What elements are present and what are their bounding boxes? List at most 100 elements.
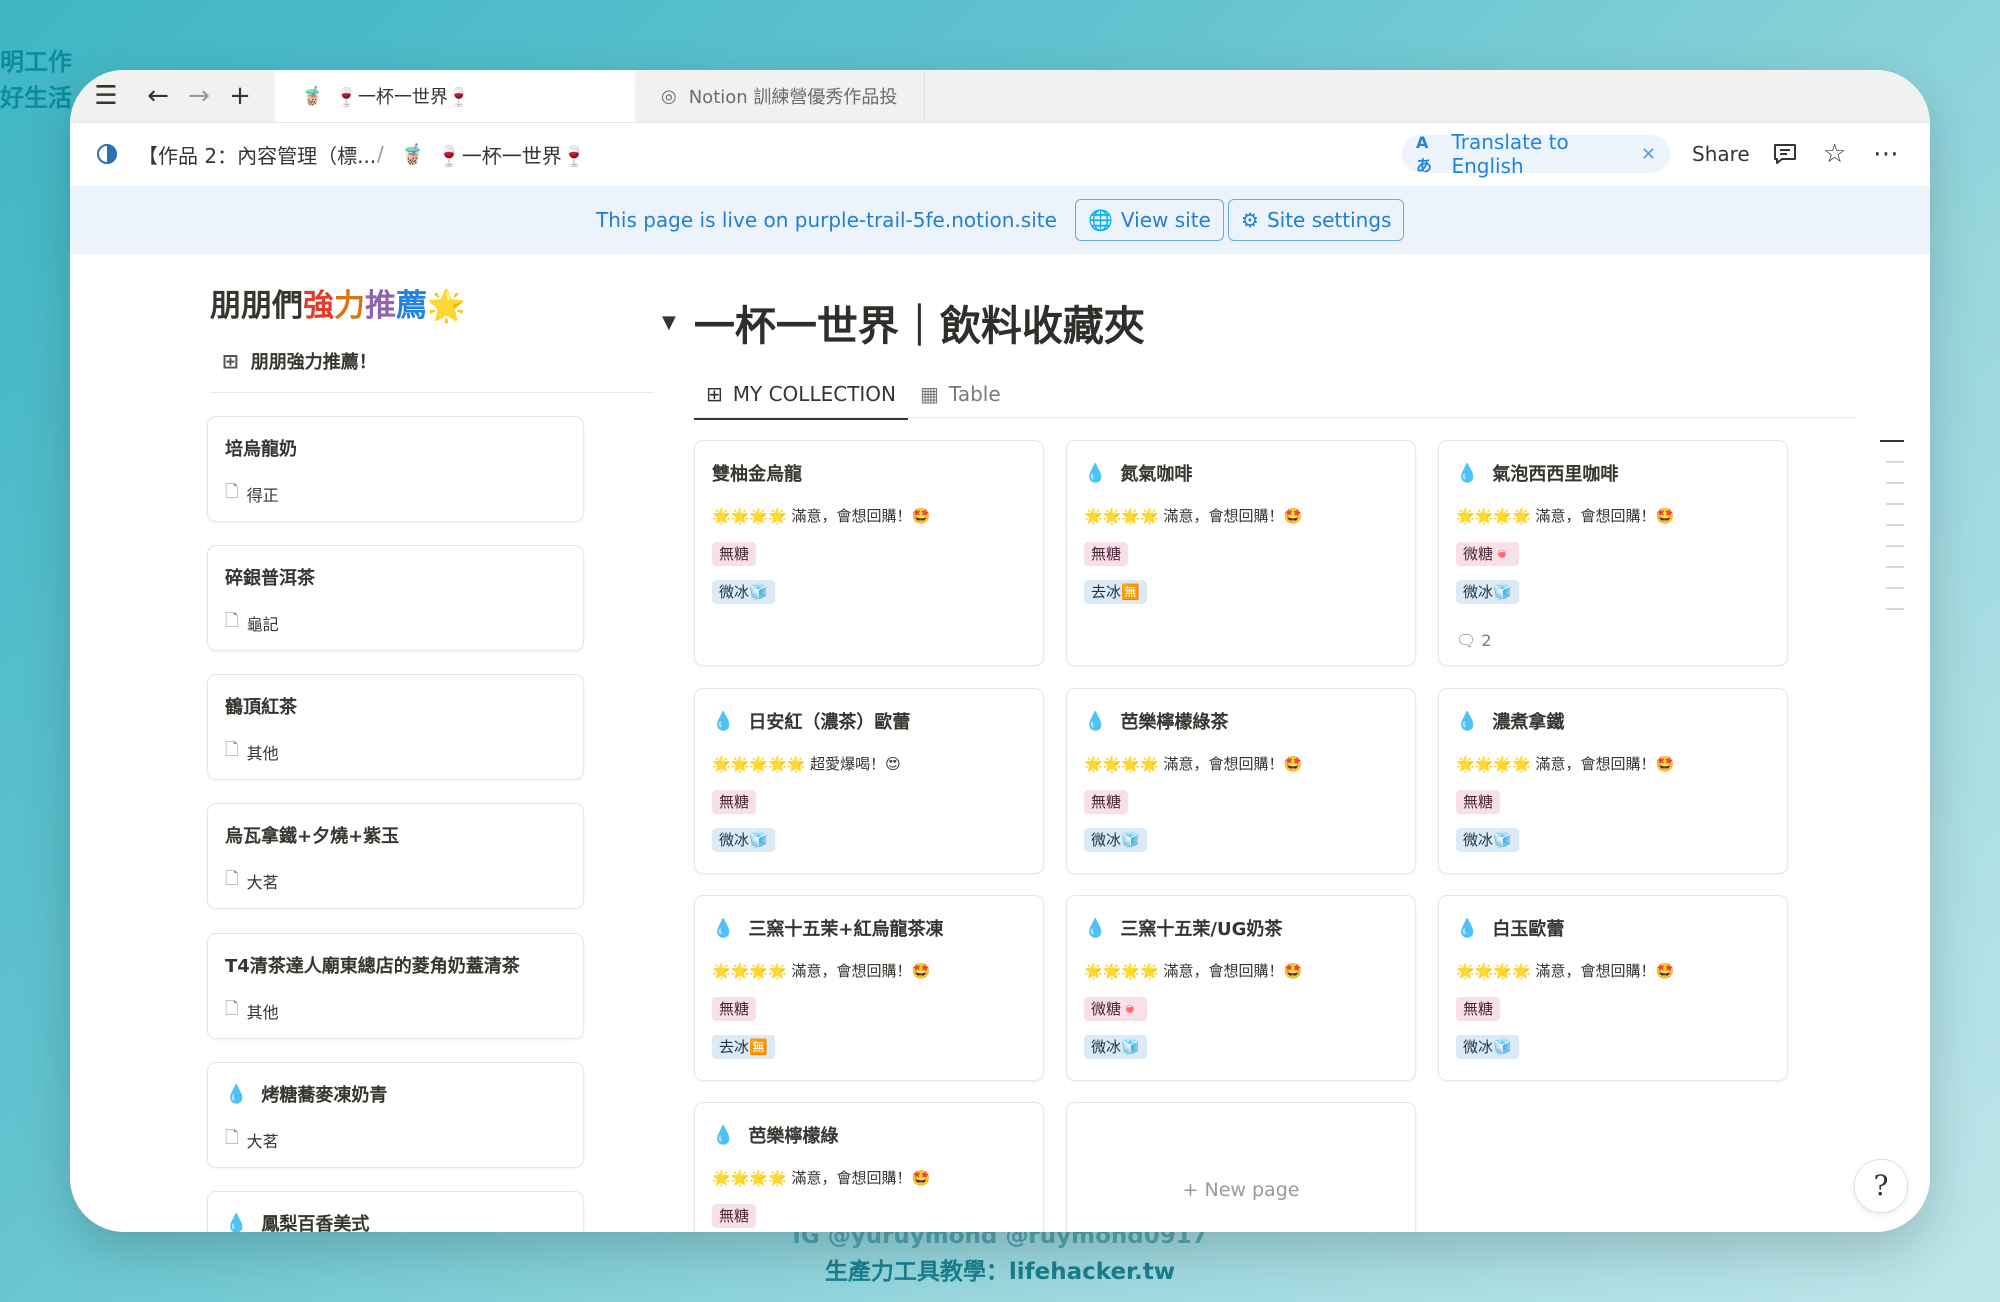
list-item[interactable]: 💧 烤糖蕎麥凍奶青 🗋 大茗 xyxy=(207,1062,584,1168)
ice-tag: 去冰🈚 xyxy=(1084,580,1147,604)
share-button[interactable]: Share xyxy=(1692,122,1750,186)
gallery-card[interactable]: 💧 白玉歐蕾 🌟🌟🌟🌟 滿意，會想回購！🤩 無糖 微冰🧊 xyxy=(1438,895,1788,1081)
tab-inactive[interactable]: ◎ Notion 訓練營優秀作品投 xyxy=(635,70,925,122)
view-site-button[interactable]: 🌐 View site xyxy=(1075,199,1224,241)
table-icon: ▦ xyxy=(920,382,939,406)
gallery-card[interactable]: 💧 氣泡西西里咖啡 🌟🌟🌟🌟 滿意，會想回購！🤩 微糖🍬 微冰🧊 🗨 2 xyxy=(1438,440,1788,666)
item-title: 碎銀普洱茶 xyxy=(225,568,315,589)
card-rating: 🌟🌟🌟🌟 滿意，會想回購！🤩 xyxy=(1084,755,1303,773)
divider xyxy=(694,417,1856,418)
left-column-title: 朋朋們強力推薦🌟 xyxy=(210,280,466,325)
droplet-icon: 💧 xyxy=(1084,710,1107,732)
gallery-card[interactable]: 雙柚金烏龍 🌟🌟🌟🌟 滿意，會想回購！🤩 無糖 微冰🧊 xyxy=(694,440,1044,666)
ice-tag: 微冰🧊 xyxy=(1084,1035,1147,1059)
toc-line[interactable] xyxy=(1886,524,1904,526)
background-side-text: 明工作 好生活 xyxy=(0,44,72,116)
toc-line[interactable] xyxy=(1886,608,1904,610)
toc-line[interactable] xyxy=(1886,545,1904,547)
tab-label: Table xyxy=(948,382,1001,406)
page-title: ▼ 一杯一世界｜飲料收藏夾 xyxy=(662,292,1145,352)
toc-line[interactable] xyxy=(1886,587,1904,589)
card-rating: 🌟🌟🌟🌟 滿意，會想回購！🤩 xyxy=(1456,962,1675,980)
page-icon: 🗋 xyxy=(225,482,239,502)
card-title: 氣泡西西里咖啡 xyxy=(1492,464,1619,485)
banner-text: This page is live on purple-trail-5fe.no… xyxy=(596,208,1057,232)
card-title: 三窯十五茉+紅烏龍茶凍 xyxy=(748,919,944,940)
tab-my-collection[interactable]: ⊞ MY COLLECTION xyxy=(694,370,909,420)
comment-icon[interactable] xyxy=(1772,122,1798,186)
new-tab-plus-icon[interactable]: + xyxy=(224,80,256,112)
gallery-view-tab[interactable]: ⊞ 朋朋強力推薦！ xyxy=(222,348,377,374)
sugar-tag: 無糖 xyxy=(1084,790,1129,814)
sugar-tag: 無糖 xyxy=(712,997,757,1021)
toc-line[interactable] xyxy=(1886,566,1904,568)
gallery-card[interactable]: 💧 芭樂檸檬綠 🌟🌟🌟🌟 滿意，會想回購！🤩 無糖 xyxy=(694,1102,1044,1232)
gallery-card[interactable]: 💧 三窯十五茉+紅烏龍茶凍 🌟🌟🌟🌟 滿意，會想回購！🤩 無糖 去冰🈚 xyxy=(694,895,1044,1081)
item-store: 🗋 龜記 xyxy=(225,608,279,637)
store-label: 其他 xyxy=(246,743,279,763)
toc-line[interactable] xyxy=(1886,503,1904,505)
page-icon: 🗋 xyxy=(225,999,239,1019)
card-title: 芭樂檸檬綠茶 xyxy=(1120,712,1229,733)
app-window: ☰ ← → + 🧋 🍷一杯一世界🍷 ◎ Notion 訓練營優秀作品投 【作品 … xyxy=(70,70,1930,1232)
bottom-text-line: 生產力工具教學：lifehacker.tw xyxy=(824,1259,1176,1285)
item-title: 烤糖蕎麥凍奶青 xyxy=(261,1085,388,1106)
sugar-tag: 微糖🍬 xyxy=(1084,997,1147,1021)
card-rating: 🌟🌟🌟🌟🌟 超愛爆喝！😍 xyxy=(712,755,901,773)
back-arrow-icon[interactable]: ← xyxy=(142,80,174,112)
live-site-banner: This page is live on purple-trail-5fe.no… xyxy=(70,186,1930,254)
droplet-icon: 💧 xyxy=(225,1083,248,1105)
forward-arrow-icon[interactable]: → xyxy=(183,80,215,112)
list-item[interactable]: T4清茶達人廟東總店的菱角奶蓋清茶 🗋 其他 xyxy=(207,933,584,1039)
item-title: 培烏龍奶 xyxy=(225,439,297,460)
star-icon[interactable]: ☆ xyxy=(1823,122,1846,186)
card-title-row: 雙柚金烏龍 xyxy=(712,460,802,486)
item-title-row: 💧 烤糖蕎麥凍奶青 xyxy=(225,1081,387,1107)
title-part: 薦 xyxy=(396,288,427,324)
item-store: 🗋 大茗 xyxy=(225,1125,279,1154)
more-options-icon[interactable]: ⋯ xyxy=(1873,122,1900,186)
list-item[interactable]: 💧 鳳梨百香美式 xyxy=(207,1191,584,1232)
table-of-contents[interactable] xyxy=(1880,440,1904,629)
gallery-card[interactable]: 💧 日安紅（濃茶）歐蕾 🌟🌟🌟🌟🌟 超愛爆喝！😍 無糖 微冰🧊 xyxy=(694,688,1044,874)
card-title-row: 💧 濃煮拿鐵 xyxy=(1456,708,1564,734)
droplet-icon: 💧 xyxy=(225,1212,248,1233)
card-title: 白玉歐蕾 xyxy=(1492,919,1565,940)
toggle-triangle-icon[interactable]: ▼ xyxy=(662,312,676,333)
sugar-tag: 微糖🍬 xyxy=(1456,542,1519,566)
card-rating: 🌟🌟🌟🌟 滿意，會想回購！🤩 xyxy=(1084,962,1303,980)
sugar-tag: 無糖 xyxy=(712,542,757,566)
bubble-tea-icon: 🧋 xyxy=(400,142,425,166)
toc-line[interactable] xyxy=(1886,461,1904,463)
tab-table[interactable]: ▦ Table xyxy=(908,370,1013,418)
tab-active[interactable]: 🧋 🍷一杯一世界🍷 xyxy=(275,70,635,122)
item-store: 🗋 其他 xyxy=(225,737,279,766)
gallery-card[interactable]: 💧 芭樂檸檬綠茶 🌟🌟🌟🌟 滿意，會想回購！🤩 無糖 微冰🧊 xyxy=(1066,688,1416,874)
toc-line[interactable] xyxy=(1880,440,1904,442)
list-item[interactable]: 鶴頂紅茶 🗋 其他 xyxy=(207,674,584,780)
breadcrumb-page[interactable]: 🧋 🍷一杯一世界🍷 xyxy=(400,122,587,186)
glowing-star-icon: 🌟 xyxy=(427,288,466,324)
list-item[interactable]: 烏瓦拿鐵+夕燒+紫玉 🗋 大茗 xyxy=(207,803,584,909)
card-title: 日安紅（濃茶）歐蕾 xyxy=(748,712,911,733)
close-icon[interactable]: ✕ xyxy=(1641,144,1656,165)
card-title-row: 💧 氮氣咖啡 xyxy=(1084,460,1192,486)
site-settings-button[interactable]: ⚙ Site settings xyxy=(1228,199,1405,241)
translate-button[interactable]: Aあ Translate to English ✕ xyxy=(1402,130,1670,178)
toc-line[interactable] xyxy=(1886,482,1904,484)
droplet-icon: 💧 xyxy=(1084,462,1107,484)
gallery-card[interactable]: 💧 濃煮拿鐵 🌟🌟🌟🌟 滿意，會想回購！🤩 無糖 微冰🧊 xyxy=(1438,688,1788,874)
plus-icon: + xyxy=(1182,1179,1199,1201)
list-item[interactable]: 培烏龍奶 🗋 得正 xyxy=(207,416,584,522)
menu-icon[interactable]: ☰ xyxy=(90,80,122,112)
list-item[interactable]: 碎銀普洱茶 🗋 龜記 xyxy=(207,545,584,651)
gallery-card[interactable]: 💧 氮氣咖啡 🌟🌟🌟🌟 滿意，會想回購！🤩 無糖 去冰🈚 xyxy=(1066,440,1416,666)
help-icon[interactable]: ? xyxy=(1854,1159,1908,1213)
breadcrumb-workspace[interactable]: 【作品 2：內容管理（標... xyxy=(138,122,376,186)
store-label: 其他 xyxy=(246,1002,279,1022)
theme-toggle-icon[interactable] xyxy=(96,122,118,186)
card-title: 芭樂檸檬綠 xyxy=(748,1126,839,1147)
gallery-card[interactable]: 💧 三窯十五茉/UG奶茶 🌟🌟🌟🌟 滿意，會想回購！🤩 微糖🍬 微冰🧊 xyxy=(1066,895,1416,1081)
notion-site-icon: ◎ xyxy=(661,85,677,107)
new-page-card[interactable]: + New page xyxy=(1066,1102,1416,1232)
